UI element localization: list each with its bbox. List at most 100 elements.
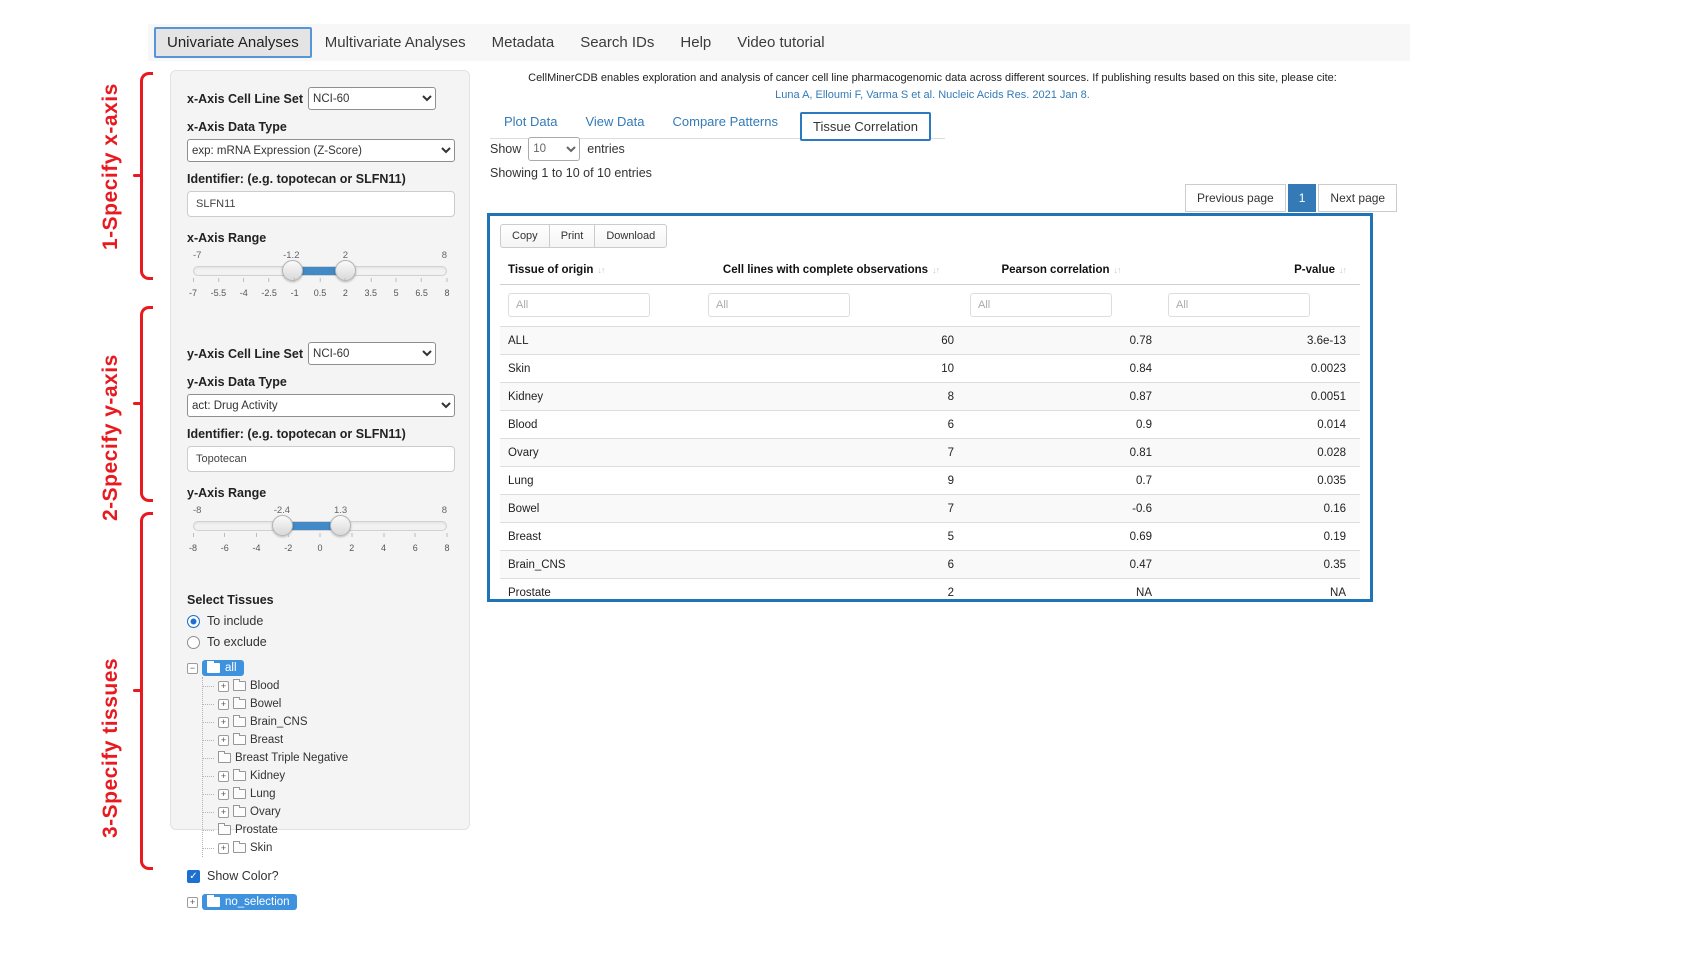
table-row[interactable]: Blood60.90.014 [500,410,1360,438]
tissue-tree-root[interactable]: − all [187,659,453,677]
tissue-tree-item-breast-triple-negative[interactable]: Breast Triple Negative [203,749,453,767]
sort-icon[interactable]: ↓↑ [1114,265,1121,275]
filter-cell [700,293,962,317]
tissue-tree-item-breast[interactable]: +Breast [203,731,453,749]
nav-tab-metadata[interactable]: Metadata [479,27,568,58]
page-1-button[interactable]: 1 [1288,184,1317,212]
nav-tab-univariate-analyses[interactable]: Univariate Analyses [154,27,312,58]
cell: 9 [700,467,962,494]
table-row[interactable]: Breast50.690.19 [500,522,1360,550]
tissue-tree-item-bowel[interactable]: +Bowel [203,695,453,713]
tissue-tree-item-kidney[interactable]: +Kidney [203,767,453,785]
table-row[interactable]: Brain_CNS60.470.35 [500,550,1360,578]
table-row[interactable]: Kidney80.870.0051 [500,382,1360,410]
column-header-cell-lines-with-complete-observations[interactable]: Cell lines with complete observations↓↑ [700,264,962,276]
page-size-control: Show 10 entries [490,137,625,161]
x-axis-cell-line-set-select[interactable]: NCI-60 [308,87,436,110]
cell: 7 [700,439,962,466]
pagination: Previous page 1 Next page [1185,184,1397,212]
expand-icon[interactable]: + [187,897,198,908]
expand-icon[interactable]: + [218,699,229,710]
cell: 5 [700,523,962,550]
x-axis-data-type-select[interactable]: exp: mRNA Expression (Z-Score) [187,139,455,162]
table-row[interactable]: ALL600.783.6e-13 [500,326,1360,354]
tick-label: -5.5 [211,288,227,298]
include-radio[interactable] [187,615,200,628]
exclude-radio[interactable] [187,636,200,649]
table-row[interactable]: Skin100.840.0023 [500,354,1360,382]
slider-tick: 8 [444,278,449,301]
tissue-item-label: Ovary [250,806,281,818]
x-range-ticks: -7-5.5-4-2.5-10.523.556.58 [193,278,447,298]
sort-icon[interactable]: ↓↑ [932,265,939,275]
expand-icon[interactable]: + [218,735,229,746]
show-color-label: Show Color? [207,869,279,883]
nav-tab-search-ids[interactable]: Search IDs [567,27,667,58]
sort-icon[interactable]: ↓↑ [1339,265,1346,275]
tissue-node-no-selection[interactable]: no_selection [202,894,297,910]
download-button[interactable]: Download [594,224,667,248]
tissue-tree-item-prostate[interactable]: Prostate [203,821,453,839]
cell: Lung [500,467,700,494]
tissues-exclude-option[interactable]: To exclude [187,635,453,649]
next-page-button[interactable]: Next page [1318,184,1397,212]
column-header-pearson-correlation[interactable]: Pearson correlation↓↑ [962,264,1160,276]
no-selection-node-row[interactable]: + no_selection [187,893,453,911]
nav-tab-video-tutorial[interactable]: Video tutorial [724,27,837,58]
x-axis-identifier-input[interactable] [187,191,455,217]
slider-tick: -4 [252,533,260,556]
column-header-tissue-of-origin[interactable]: Tissue of origin↓↑ [500,264,700,276]
x-range-track[interactable] [193,266,447,276]
y-axis-identifier-input[interactable] [187,446,455,472]
table-row[interactable]: Bowel7-0.60.16 [500,494,1360,522]
filter-input-p-value[interactable] [1168,293,1310,317]
y-axis-cell-line-set-select[interactable]: NCI-60 [308,342,436,365]
slider-tick: 6 [413,533,418,556]
column-header-p-value[interactable]: P-value↓↑ [1160,264,1354,276]
nav-tab-multivariate-analyses[interactable]: Multivariate Analyses [312,27,479,58]
table-row[interactable]: Prostate2NANA [500,578,1360,606]
expand-icon[interactable]: + [218,771,229,782]
expand-icon[interactable]: + [218,717,229,728]
expand-icon[interactable]: + [218,843,229,854]
expand-icon[interactable]: + [218,807,229,818]
tissue-tree-item-blood[interactable]: +Blood [203,677,453,695]
folder-icon [218,753,231,763]
expand-icon[interactable]: + [218,681,229,692]
slider-tick: -1 [291,278,299,301]
citation-link[interactable]: Luna A, Elloumi F, Varma S et al. Nuclei… [775,89,1090,101]
slider-tick: -5.5 [211,278,227,301]
tick-label: -4 [240,288,248,298]
sort-icon[interactable]: ↓↑ [597,265,604,275]
y-axis-data-type-select[interactable]: act: Drug Activity [187,394,455,417]
tick-mark-icon [370,278,371,282]
previous-page-button[interactable]: Previous page [1185,184,1286,212]
table-row[interactable]: Ovary70.810.028 [500,438,1360,466]
tissue-tree-item-lung[interactable]: +Lung [203,785,453,803]
tab-tissue-correlation[interactable]: Tissue Correlation [800,112,931,141]
show-color-option[interactable]: ✓ Show Color? [187,869,453,883]
filter-input-cell-lines-with-complete-observations[interactable] [708,293,850,317]
print-button[interactable]: Print [549,224,596,248]
tissue-tree-item-brain-cns[interactable]: +Brain_CNS [203,713,453,731]
tab-view-data[interactable]: View Data [571,106,658,138]
table-row[interactable]: Lung90.70.035 [500,466,1360,494]
tissue-tree-item-skin[interactable]: +Skin [203,839,453,857]
show-color-checkbox[interactable]: ✓ [187,870,200,883]
nav-tab-help[interactable]: Help [667,27,724,58]
page-size-select[interactable]: 10 [528,137,580,161]
expand-icon[interactable]: + [218,789,229,800]
collapse-icon[interactable]: − [187,663,198,674]
tissue-tree-item-ovary[interactable]: + Ovary [203,803,453,821]
tissues-include-option[interactable]: To include [187,614,453,628]
citation-text: CellMinerCDB enables exploration and ana… [528,72,1337,84]
tab-compare-patterns[interactable]: Compare Patterns [659,106,793,138]
y-range-track[interactable] [193,521,447,531]
tab-plot-data[interactable]: Plot Data [490,106,571,138]
filter-input-tissue-of-origin[interactable] [508,293,650,317]
cell: NA [1160,579,1354,606]
filter-input-pearson-correlation[interactable] [970,293,1112,317]
tick-mark-icon [256,533,257,537]
tissue-node-all[interactable]: all [202,660,244,676]
copy-button[interactable]: Copy [500,224,550,248]
